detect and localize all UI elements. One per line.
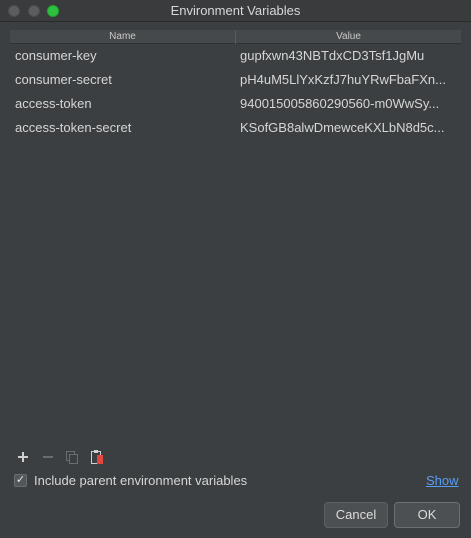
add-variable-button[interactable] [14, 448, 32, 466]
table-header: Name Value [10, 30, 461, 44]
copy-variable-button[interactable] [63, 448, 81, 466]
environment-variables-table[interactable]: Name Value consumer-key gupfxwn43NBTdxCD… [10, 30, 461, 442]
include-parent-label[interactable]: Include parent environment variables [34, 473, 247, 488]
cancel-button[interactable]: Cancel [324, 502, 388, 528]
table-row[interactable]: consumer-key gupfxwn43NBTdxCD3Tsf1JgMu [10, 44, 461, 68]
paste-variable-button[interactable] [88, 448, 106, 466]
table-row[interactable]: access-token-secret KSofGB8alwDmewceKXLb… [10, 116, 461, 140]
variable-value-cell[interactable]: 940015005860290560-m0WwSy... [240, 92, 458, 116]
table-row[interactable]: access-token 940015005860290560-m0WwSy..… [10, 92, 461, 116]
table-row[interactable]: consumer-secret pH4uM5LlYxKzfJ7huYRwFbaF… [10, 68, 461, 92]
title-bar[interactable]: Environment Variables [0, 0, 471, 22]
variable-name-cell[interactable]: consumer-secret [15, 68, 230, 92]
minus-icon [43, 456, 53, 458]
environment-variables-dialog: Environment Variables Name Value consume… [0, 0, 471, 538]
variable-name-cell[interactable]: access-token-secret [15, 116, 230, 140]
variable-name-cell[interactable]: consumer-key [15, 44, 230, 68]
variable-value-cell[interactable]: KSofGB8alwDmewceKXLbN8d5c... [240, 116, 458, 140]
paste-icon [91, 450, 103, 464]
window-title: Environment Variables [170, 3, 301, 18]
include-parent-checkbox[interactable]: ✓ [14, 474, 27, 487]
variable-name-cell[interactable]: access-token [15, 92, 230, 116]
ok-button[interactable]: OK [394, 502, 460, 528]
name-column-header[interactable]: Name [10, 30, 235, 44]
variable-value-cell[interactable]: gupfxwn43NBTdxCD3Tsf1JgMu [240, 44, 458, 68]
show-parent-variables-link[interactable]: Show [426, 473, 459, 488]
copy-icon [66, 451, 78, 464]
plus-icon [18, 452, 28, 462]
variable-value-cell[interactable]: pH4uM5LlYxKzfJ7huYRwFbaFXn... [240, 68, 458, 92]
value-column-header[interactable]: Value [235, 30, 461, 44]
remove-variable-button[interactable] [39, 448, 57, 466]
